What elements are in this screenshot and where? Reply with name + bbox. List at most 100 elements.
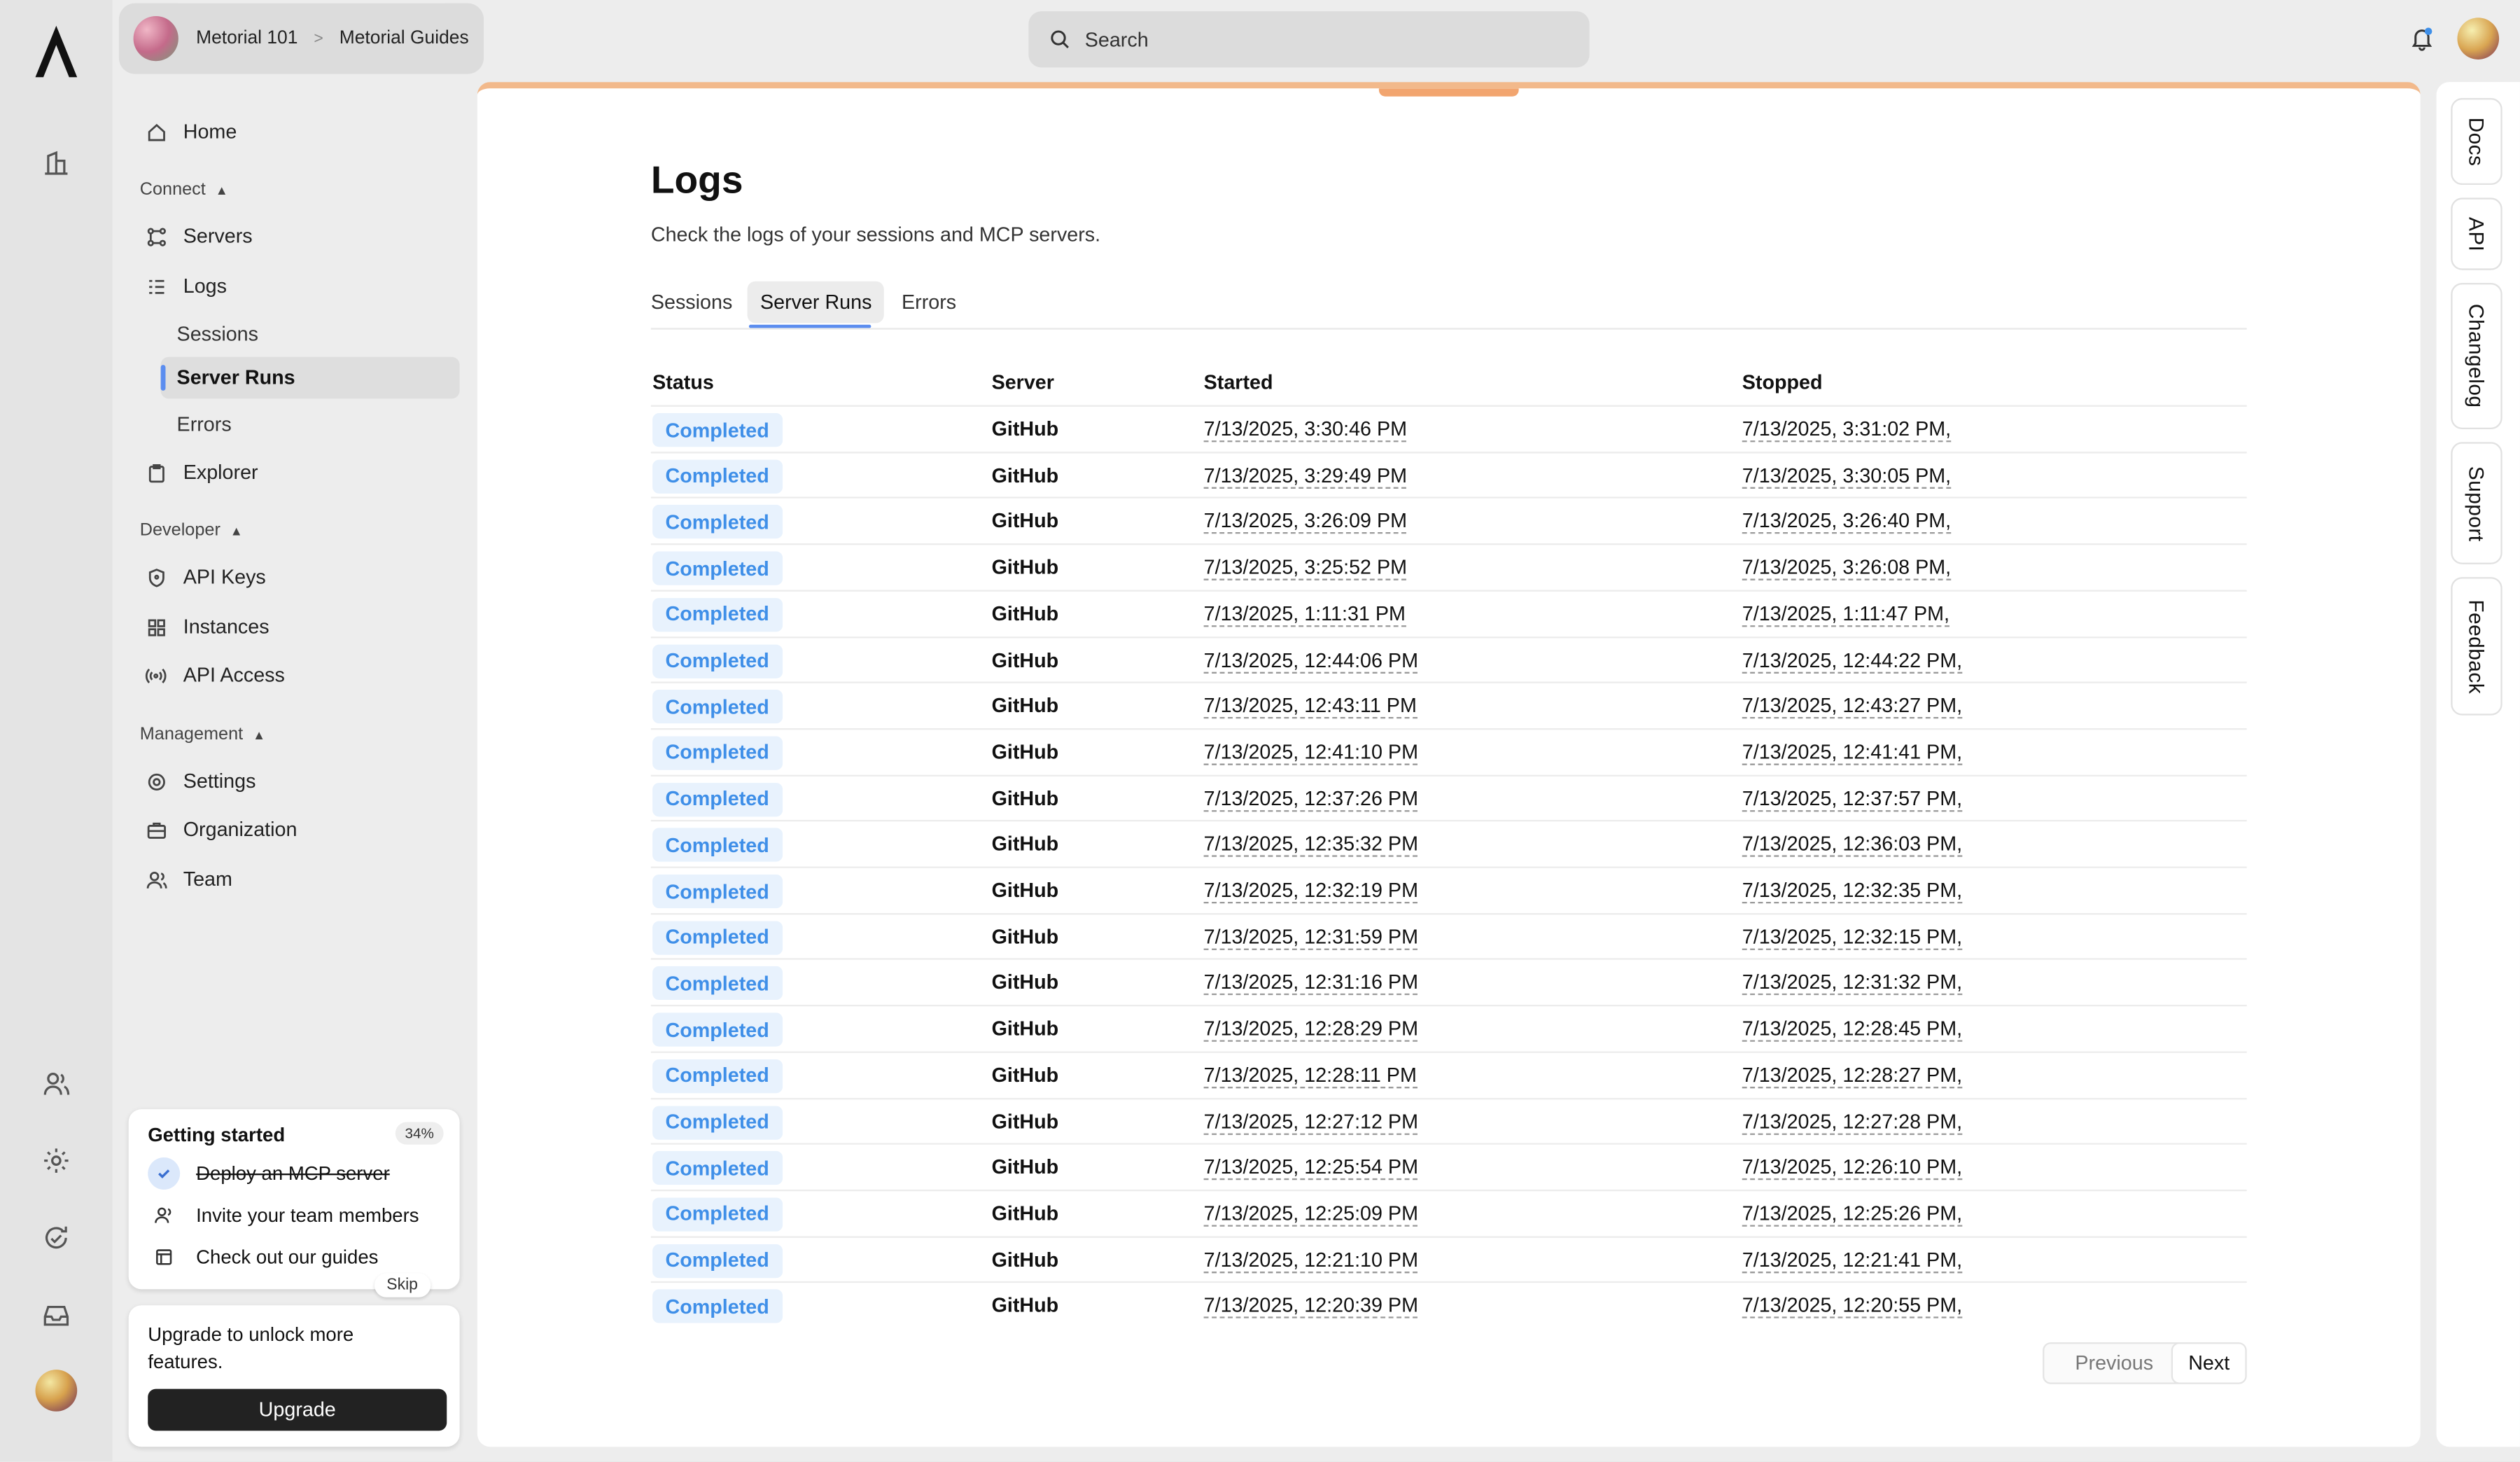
stopped-cell: 7/13/2025, 12:32:15 PM,	[1742, 926, 1962, 948]
table-row[interactable]: CompletedGitHub7/13/2025, 12:28:29 PM7/1…	[651, 1005, 2247, 1052]
tab-sessions[interactable]: Sessions	[638, 281, 745, 323]
breadcrumb-project[interactable]: Metorial Guides	[340, 29, 469, 48]
table-row[interactable]: CompletedGitHub7/13/2025, 12:25:54 PM7/1…	[651, 1143, 2247, 1190]
api-tab[interactable]: API	[2451, 197, 2502, 270]
table-row[interactable]: CompletedGitHub7/13/2025, 1:11:31 PM7/13…	[651, 590, 2247, 636]
table-row[interactable]: CompletedGitHub7/13/2025, 12:20:39 PM7/1…	[651, 1282, 2247, 1329]
upgrade-button[interactable]: Upgrade	[148, 1389, 447, 1431]
table-row[interactable]: CompletedGitHub7/13/2025, 3:29:49 PM7/13…	[651, 451, 2247, 498]
sidebar-item-organization[interactable]: Organization	[138, 809, 459, 851]
user-avatar[interactable]	[36, 1370, 78, 1412]
previous-button[interactable]: Previous	[2043, 1342, 2185, 1384]
table-row[interactable]: CompletedGitHub7/13/2025, 12:44:06 PM7/1…	[651, 636, 2247, 683]
stopped-time: 7/13/2025, 12:28:27 PM,	[1742, 1064, 1962, 1087]
stopped-time: 7/13/2025, 12:41:41 PM,	[1742, 741, 1962, 765]
sidebar-item-settings[interactable]: Settings	[138, 760, 459, 802]
table-row[interactable]: CompletedGitHub7/13/2025, 12:43:11 PM7/1…	[651, 682, 2247, 729]
sidebar-item-servers[interactable]: Servers	[138, 216, 459, 258]
breadcrumb[interactable]: Metorial 101 > Metorial Guides	[119, 4, 484, 74]
tab-label: Support	[2465, 466, 2488, 541]
started-time: 7/13/2025, 3:25:52 PM	[1204, 557, 1407, 580]
sidebar-subitem-errors[interactable]: Errors	[161, 403, 460, 445]
tab-label: Docs	[2465, 117, 2488, 166]
docs-tab[interactable]: Docs	[2451, 98, 2502, 185]
stopped-time: 7/13/2025, 12:20:55 PM,	[1742, 1295, 1962, 1318]
table-row[interactable]: CompletedGitHub7/13/2025, 12:25:09 PM7/1…	[651, 1190, 2247, 1237]
server-cell: GitHub	[992, 695, 1059, 717]
stopped-time: 7/13/2025, 12:28:45 PM,	[1742, 1018, 1962, 1042]
started-time: 7/13/2025, 3:30:46 PM	[1204, 418, 1407, 442]
sidebar-subitem-server-runs[interactable]: Server Runs	[161, 357, 460, 399]
chevron-up-icon: ▲	[216, 183, 228, 197]
started-time: 7/13/2025, 12:25:09 PM	[1204, 1202, 1418, 1226]
started-time: 7/13/2025, 12:35:32 PM	[1204, 833, 1418, 857]
sidebar-item-team[interactable]: Team	[138, 858, 459, 900]
sidebar-item-api-keys[interactable]: API Keys	[138, 556, 459, 598]
stopped-cell: 7/13/2025, 3:30:05 PM,	[1742, 464, 1951, 487]
page-description: Check the logs of your sessions and MCP …	[651, 223, 1100, 246]
getting-started-item[interactable]: Check out our guides	[148, 1241, 378, 1273]
stopped-time: 7/13/2025, 12:27:28 PM,	[1742, 1110, 1962, 1134]
table-row[interactable]: CompletedGitHub7/13/2025, 3:25:52 PM7/13…	[651, 543, 2247, 590]
sidebar-section-connect[interactable]: Connect ▲	[140, 180, 228, 200]
users-icon[interactable]	[37, 1064, 76, 1103]
sidebar-subitem-sessions[interactable]: Sessions	[161, 314, 460, 356]
sidebar-section-developer[interactable]: Developer ▲	[140, 521, 243, 541]
started-time: 7/13/2025, 12:37:26 PM	[1204, 787, 1418, 811]
table-row[interactable]: CompletedGitHub7/13/2025, 12:31:16 PM7/1…	[651, 959, 2247, 1005]
table-row[interactable]: CompletedGitHub7/13/2025, 3:26:09 PM7/13…	[651, 497, 2247, 544]
search-input[interactable]: Search	[1028, 11, 1589, 67]
table-row[interactable]: CompletedGitHub7/13/2025, 12:31:59 PM7/1…	[651, 912, 2247, 959]
getting-started-item[interactable]: Invite your team members	[148, 1199, 419, 1232]
tab-errors[interactable]: Errors	[889, 281, 969, 323]
server-cell: GitHub	[992, 972, 1059, 994]
sidebar: Metorial 101 > Metorial Guides Home Conn…	[113, 0, 476, 1461]
feedback-tab[interactable]: Feedback	[2451, 577, 2502, 715]
started-cell: 7/13/2025, 12:21:10 PM	[1204, 1248, 1418, 1271]
getting-started-card: Getting started 34% Deploy an MCP server…	[129, 1109, 460, 1289]
changelog-tab[interactable]: Changelog	[2451, 283, 2502, 429]
bell-icon[interactable]	[2409, 26, 2435, 52]
stopped-time: 7/13/2025, 12:43:27 PM,	[1742, 695, 1962, 718]
table-row[interactable]: CompletedGitHub7/13/2025, 12:41:10 PM7/1…	[651, 728, 2247, 775]
breadcrumb-org[interactable]: Metorial 101	[196, 29, 298, 48]
table-row[interactable]: CompletedGitHub7/13/2025, 12:32:19 PM7/1…	[651, 866, 2247, 913]
sidebar-item-logs[interactable]: Logs	[138, 265, 459, 307]
stopped-cell: 7/13/2025, 12:21:41 PM,	[1742, 1248, 1962, 1271]
stopped-cell: 7/13/2025, 12:43:27 PM,	[1742, 695, 1962, 717]
stopped-cell: 7/13/2025, 12:28:27 PM,	[1742, 1064, 1962, 1086]
status-badge: Completed	[652, 506, 782, 539]
item-label: Invite your team members	[196, 1204, 419, 1227]
table-row[interactable]: CompletedGitHub7/13/2025, 12:28:11 PM7/1…	[651, 1051, 2247, 1098]
chat-refresh-icon[interactable]	[37, 1218, 76, 1257]
top-user-avatar[interactable]	[2457, 18, 2499, 60]
started-time: 7/13/2025, 12:27:12 PM	[1204, 1110, 1418, 1134]
started-cell: 7/13/2025, 12:25:09 PM	[1204, 1202, 1418, 1225]
stopped-time: 7/13/2025, 12:32:15 PM,	[1742, 926, 1962, 949]
gear-icon[interactable]	[37, 1141, 76, 1180]
next-button[interactable]: Next	[2171, 1342, 2247, 1384]
sidebar-item-explorer[interactable]: Explorer	[138, 452, 459, 494]
sidebar-section-management[interactable]: Management ▲	[140, 725, 265, 744]
main-panel: Logs Check the logs of your sessions and…	[477, 82, 2421, 1447]
getting-started-item[interactable]: Deploy an MCP server	[148, 1157, 390, 1190]
support-tab[interactable]: Support	[2451, 442, 2502, 564]
started-time: 7/13/2025, 3:29:49 PM	[1204, 464, 1407, 488]
sidebar-item-api-access[interactable]: API Access	[138, 654, 459, 696]
table-row[interactable]: CompletedGitHub7/13/2025, 12:35:32 PM7/1…	[651, 821, 2247, 868]
tab-label: Changelog	[2465, 304, 2488, 408]
table-row[interactable]: CompletedGitHub7/13/2025, 12:27:12 PM7/1…	[651, 1097, 2247, 1144]
sidebar-item-home[interactable]: Home	[138, 111, 459, 153]
tab-server-runs[interactable]: Server Runs	[748, 281, 885, 323]
sidebar-item-instances[interactable]: Instances	[138, 606, 459, 648]
table-row[interactable]: CompletedGitHub7/13/2025, 12:21:10 PM7/1…	[651, 1236, 2247, 1283]
list-icon	[145, 275, 167, 298]
skip-button[interactable]: Skip	[374, 1273, 430, 1297]
table-row[interactable]: CompletedGitHub7/13/2025, 12:37:26 PM7/1…	[651, 774, 2247, 821]
briefcase-icon	[145, 819, 167, 841]
metorial-logo-icon[interactable]	[32, 22, 80, 83]
building-icon[interactable]	[37, 143, 76, 181]
stopped-cell: 7/13/2025, 12:25:26 PM,	[1742, 1202, 1962, 1225]
table-row[interactable]: CompletedGitHub7/13/2025, 3:30:46 PM7/13…	[651, 405, 2247, 452]
inbox-icon[interactable]	[37, 1295, 76, 1334]
